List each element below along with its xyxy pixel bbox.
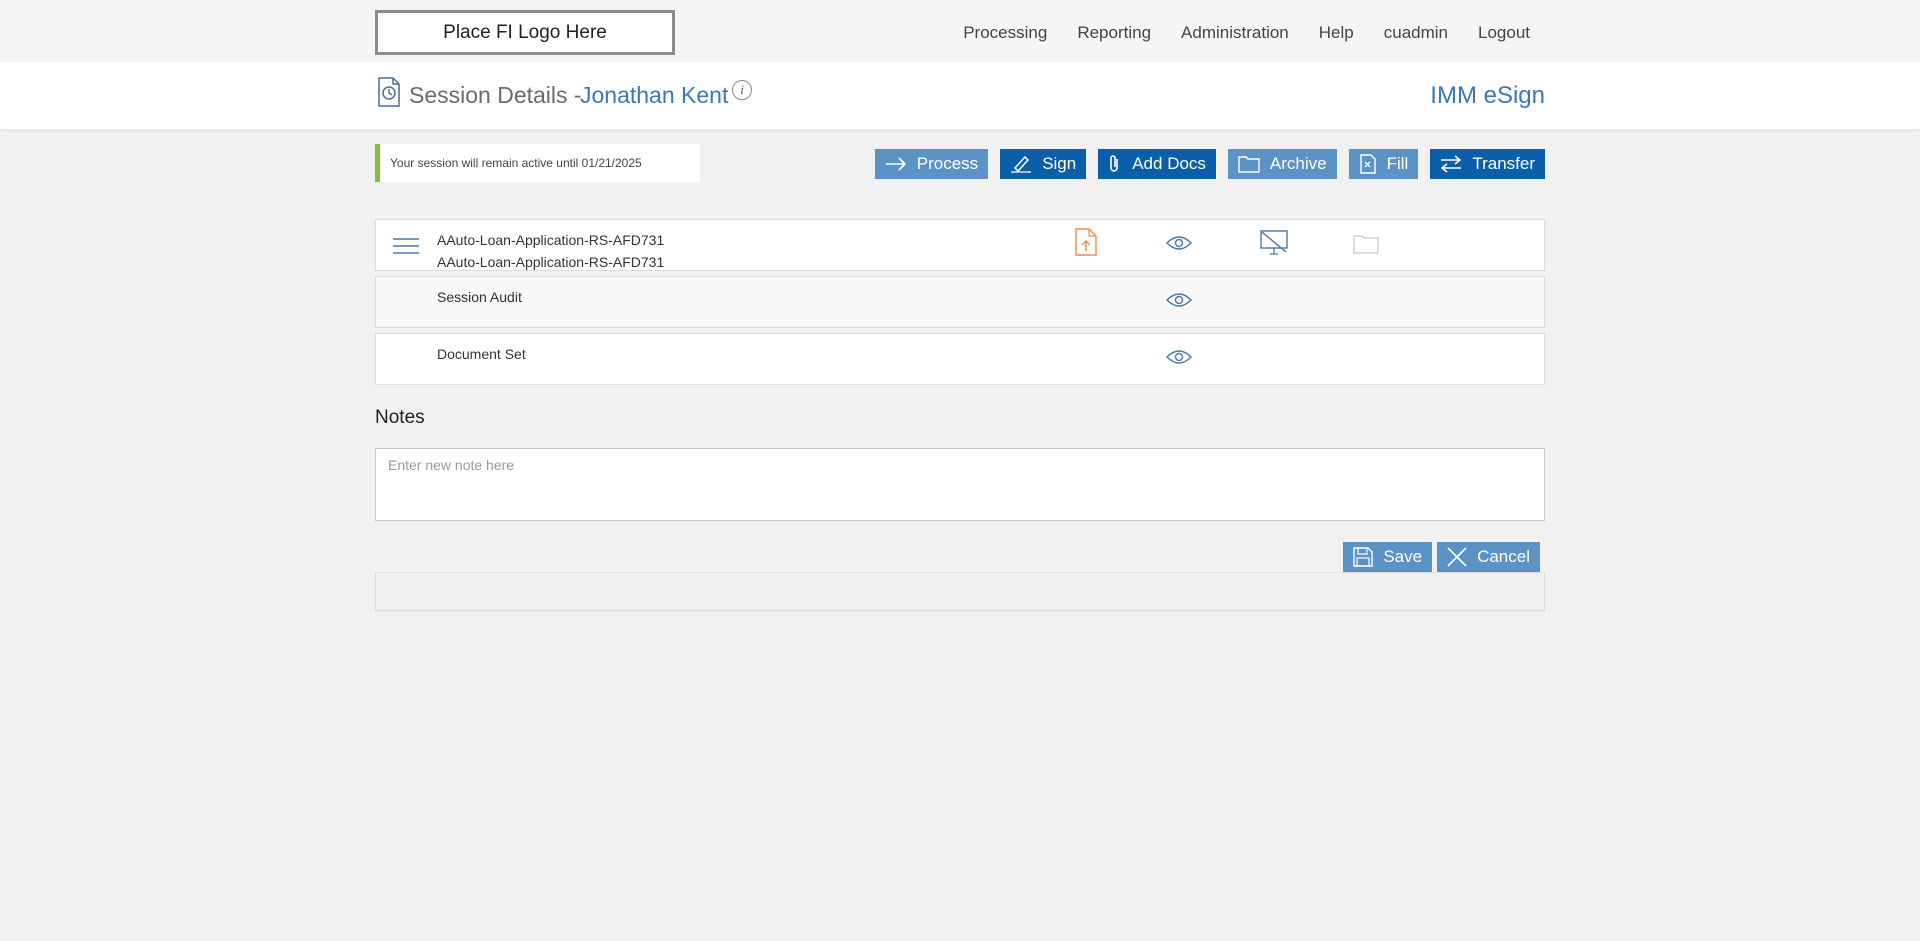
nav-logout[interactable]: Logout — [1478, 23, 1530, 43]
cancel-button[interactable]: Cancel — [1437, 542, 1540, 572]
nav-processing[interactable]: Processing — [963, 23, 1047, 43]
transfer-arrows-icon — [1441, 155, 1462, 173]
cancel-label: Cancel — [1477, 547, 1530, 566]
document-subtitle: AAuto-Loan-Application-RS-AFD731 — [437, 254, 665, 270]
session-history-icon — [378, 77, 400, 107]
fill-label: Fill — [1386, 154, 1409, 173]
view-eye-icon[interactable] — [1166, 349, 1192, 365]
floppy-disk-icon — [1353, 547, 1374, 567]
process-button[interactable]: Process — [874, 149, 989, 179]
save-button[interactable]: Save — [1343, 542, 1433, 572]
add-docs-button[interactable]: Add Docs — [1098, 149, 1216, 179]
document-title: AAuto-Loan-Application-RS-AFD731 — [437, 232, 665, 248]
notes-list — [375, 572, 1545, 611]
notes-heading: Notes — [375, 407, 425, 428]
session-expiry-banner: Your session will remain active until 01… — [375, 144, 700, 182]
nav-user[interactable]: cuadmin — [1384, 23, 1448, 43]
arrow-right-icon — [885, 157, 906, 171]
view-eye-icon[interactable] — [1166, 235, 1192, 251]
transfer-label: Transfer — [1472, 154, 1535, 173]
page-title: Session Details - — [409, 82, 582, 108]
title-band: Session Details - Jonathan Kent i IMM eS… — [0, 62, 1920, 129]
close-icon — [1447, 547, 1467, 567]
archive-label: Archive — [1269, 154, 1327, 173]
transfer-button[interactable]: Transfer — [1430, 149, 1545, 179]
document-row[interactable]: Document Set — [375, 333, 1545, 385]
document-name: Session Audit — [437, 289, 522, 305]
folder-icon — [1238, 156, 1260, 173]
save-label: Save — [1383, 547, 1423, 566]
top-nav: Processing Reporting Administration Help… — [933, 23, 1530, 43]
document-list: AAuto-Loan-Application-RS-AFD731 AAuto-L… — [375, 219, 1545, 390]
view-eye-icon[interactable] — [1166, 292, 1192, 308]
sign-label: Sign — [1042, 154, 1077, 173]
nav-help[interactable]: Help — [1319, 23, 1354, 43]
app-name: IMM eSign — [1430, 82, 1545, 109]
sign-button[interactable]: Sign — [1000, 149, 1087, 179]
document-name: AAuto-Loan-Application-RS-AFD731 AAuto-L… — [437, 229, 664, 273]
pen-icon — [1011, 155, 1032, 173]
action-toolbar: Process Sign Add Docs Archive Fill Trans… — [863, 149, 1545, 179]
paperclip-icon — [1110, 155, 1119, 172]
fill-button[interactable]: Fill — [1348, 149, 1419, 179]
customer-name[interactable]: Jonathan Kent — [580, 82, 728, 109]
document-row[interactable]: AAuto-Loan-Application-RS-AFD731 AAuto-L… — [375, 219, 1545, 271]
folder-icon[interactable] — [1353, 234, 1379, 254]
nav-administration[interactable]: Administration — [1181, 23, 1289, 43]
process-label: Process — [916, 154, 979, 173]
menu-icon[interactable] — [393, 238, 419, 254]
nav-reporting[interactable]: Reporting — [1077, 23, 1151, 43]
archive-button[interactable]: Archive — [1227, 149, 1337, 179]
info-icon[interactable]: i — [732, 80, 752, 100]
new-note-input[interactable] — [375, 448, 1545, 521]
form-fill-icon — [1359, 154, 1376, 174]
screen-disabled-icon[interactable] — [1260, 230, 1288, 256]
upload-document-icon[interactable] — [1075, 228, 1097, 256]
add-docs-label: Add Docs — [1132, 154, 1206, 173]
note-actions: Save Cancel — [1338, 542, 1540, 572]
document-row[interactable]: Session Audit — [375, 276, 1545, 328]
fi-logo: Place FI Logo Here — [375, 10, 675, 55]
top-bar: Place FI Logo Here Processing Reporting … — [0, 0, 1920, 62]
document-name: Document Set — [437, 346, 526, 362]
